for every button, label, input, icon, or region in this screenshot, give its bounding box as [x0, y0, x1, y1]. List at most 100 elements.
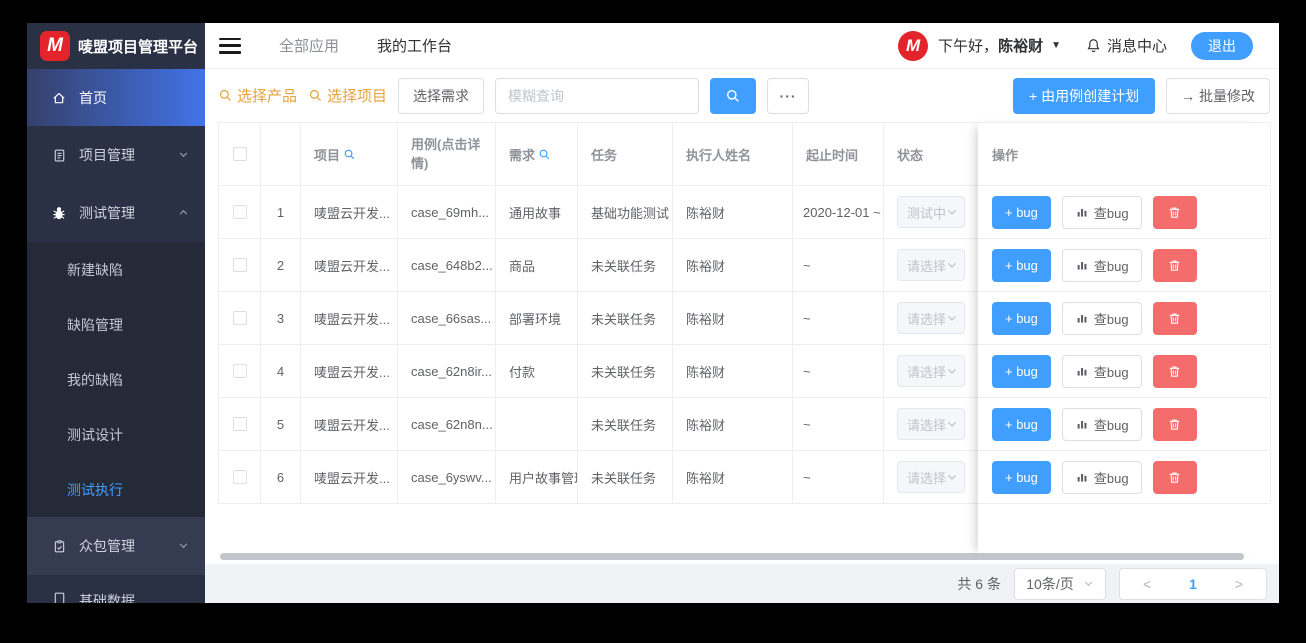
row-usecase[interactable]: case_69mh... — [398, 186, 496, 238]
row-usecase[interactable]: case_62n8ir... — [398, 345, 496, 397]
bar-chart-icon — [1077, 368, 1087, 376]
view-bug-button[interactable]: 查bug — [1061, 407, 1142, 441]
header-status: 状态 — [884, 123, 979, 185]
nav-all-apps[interactable]: 全部应用 — [279, 35, 339, 56]
sidebar-item-crowd-mgmt[interactable]: 众包管理 — [27, 517, 205, 575]
sidebar-item-label: 众包管理 — [79, 538, 135, 554]
sidebar-item-label: 基础数据 — [79, 593, 135, 603]
row-dates: ~ — [793, 451, 884, 503]
view-bug-button[interactable]: 查bug — [1061, 460, 1142, 494]
select-requirement-button[interactable]: 选择需求 — [398, 77, 485, 114]
add-bug-button[interactable]: + bug — [992, 407, 1051, 441]
status-select[interactable]: 请选择 — [897, 355, 965, 387]
status-select[interactable]: 请选择 — [897, 302, 965, 334]
delete-button[interactable] — [1152, 195, 1197, 229]
add-bug-button[interactable]: + bug — [992, 301, 1051, 335]
row-index: 6 — [261, 451, 301, 503]
row-requirement — [496, 398, 578, 450]
header-index — [261, 123, 301, 185]
add-bug-button[interactable]: + bug — [992, 195, 1051, 229]
user-avatar[interactable]: M — [898, 30, 929, 61]
horizontal-scrollbar — [218, 553, 1270, 561]
sidebar-item-home[interactable]: 首页 — [27, 69, 205, 126]
hamburger-menu-icon[interactable] — [219, 37, 241, 54]
logout-button[interactable]: 退出 — [1191, 31, 1253, 60]
row-checkbox[interactable] — [232, 311, 247, 325]
status-select[interactable]: 请选择 — [897, 249, 965, 281]
row-dates: ~ — [793, 292, 884, 344]
search-button[interactable] — [710, 77, 757, 114]
view-bug-button[interactable]: 查bug — [1061, 354, 1142, 388]
header-usecase: 用例(点击详情) — [398, 123, 496, 185]
add-bug-button[interactable]: + bug — [992, 354, 1051, 388]
sidebar-item-test-mgmt[interactable]: 测试管理 — [27, 184, 205, 242]
row-index: 1 — [261, 186, 301, 238]
sidebar-item-project-mgmt[interactable]: 项目管理 — [27, 126, 205, 184]
row-usecase[interactable]: case_648b2... — [398, 239, 496, 291]
row-dates: ~ — [793, 345, 884, 397]
select-product-link[interactable]: 选择产品 — [218, 85, 297, 106]
nav-my-workbench[interactable]: 我的工作台 — [377, 35, 452, 56]
operations-row: + bug 查bug — [978, 398, 1270, 451]
chevron-up-icon — [178, 205, 189, 221]
next-page-button[interactable]: > — [1227, 576, 1251, 592]
row-checkbox[interactable] — [232, 364, 247, 378]
sidebar-item-label: 首页 — [79, 89, 107, 106]
delete-button[interactable] — [1152, 301, 1197, 335]
operations-column: 操作 + bug 查bug + bug 查bug + bug 查bug + bu… — [978, 122, 1270, 556]
trash-icon — [1169, 259, 1180, 271]
search-icon[interactable] — [343, 148, 356, 161]
user-menu-caret-icon[interactable]: ▼ — [1051, 40, 1061, 51]
page-size-select[interactable]: 10条/页 — [1014, 567, 1106, 600]
row-checkbox[interactable] — [232, 417, 247, 431]
status-select[interactable]: 请选择 — [897, 408, 965, 440]
row-checkbox[interactable] — [232, 205, 247, 219]
row-usecase[interactable]: case_62n8n... — [398, 398, 496, 450]
sidebar-item-test-execution[interactable]: 测试执行 — [27, 462, 205, 517]
current-page[interactable]: 1 — [1189, 576, 1197, 592]
scrollbar-thumb[interactable] — [220, 553, 1244, 560]
add-bug-button[interactable]: + bug — [992, 248, 1051, 282]
sidebar-item-new-defect[interactable]: 新建缺陷 — [27, 242, 205, 297]
view-bug-button[interactable]: 查bug — [1061, 301, 1142, 335]
delete-button[interactable] — [1152, 407, 1197, 441]
delete-button[interactable] — [1152, 248, 1197, 282]
row-usecase[interactable]: case_6yswv... — [398, 451, 496, 503]
delete-button[interactable] — [1152, 354, 1197, 388]
status-select[interactable]: 测试中 — [897, 196, 965, 228]
home-icon — [50, 90, 68, 106]
more-filters-button[interactable]: ··· — [767, 77, 810, 114]
row-checkbox[interactable] — [232, 258, 247, 272]
batch-edit-button[interactable]: → 批量修改 — [1166, 77, 1270, 114]
row-requirement: 付款 — [496, 345, 578, 397]
sidebar-item-partial[interactable]: 基础数据 — [27, 588, 205, 603]
row-executor: 陈裕财 — [673, 292, 793, 344]
chevron-down-icon — [946, 365, 958, 377]
sidebar: 首页 项目管理 测试管理 新建缺陷 缺陷管理 我的缺陷 测试设计 测试执行 众包… — [27, 69, 205, 603]
search-icon[interactable] — [538, 148, 551, 161]
user-name: 陈裕财 — [998, 38, 1044, 55]
add-bug-button[interactable]: + bug — [992, 460, 1051, 494]
chevron-down-icon — [946, 206, 958, 218]
create-plan-button[interactable]: + 由用例创建计划 — [1013, 77, 1156, 114]
row-project: 唛盟云开发... — [301, 292, 398, 344]
message-center-link[interactable]: 消息中心 — [1085, 35, 1167, 56]
sidebar-item-my-defects[interactable]: 我的缺陷 — [27, 352, 205, 407]
sidebar-item-defect-mgmt[interactable]: 缺陷管理 — [27, 297, 205, 352]
delete-button[interactable] — [1152, 460, 1197, 494]
sidebar-submenu: 新建缺陷 缺陷管理 我的缺陷 测试设计 测试执行 — [27, 242, 205, 517]
row-usecase[interactable]: case_66sas... — [398, 292, 496, 344]
bar-chart-icon — [1077, 315, 1087, 323]
fuzzy-search-input[interactable] — [495, 77, 700, 114]
header-project: 项目 — [301, 123, 398, 185]
view-bug-button[interactable]: 查bug — [1061, 248, 1142, 282]
prev-page-button[interactable]: < — [1135, 576, 1159, 592]
content-card: 选择产品 选择项目 选择需求 ··· + 由用例创建计划 → 批量修改 — [205, 69, 1279, 564]
select-project-link[interactable]: 选择项目 — [308, 85, 387, 106]
select-all-checkbox[interactable] — [232, 147, 247, 161]
view-bug-button[interactable]: 查bug — [1061, 195, 1142, 229]
row-checkbox[interactable] — [232, 470, 247, 484]
sidebar-item-test-design[interactable]: 测试设计 — [27, 407, 205, 462]
status-select[interactable]: 请选择 — [897, 461, 965, 493]
bar-chart-icon — [1077, 209, 1087, 217]
